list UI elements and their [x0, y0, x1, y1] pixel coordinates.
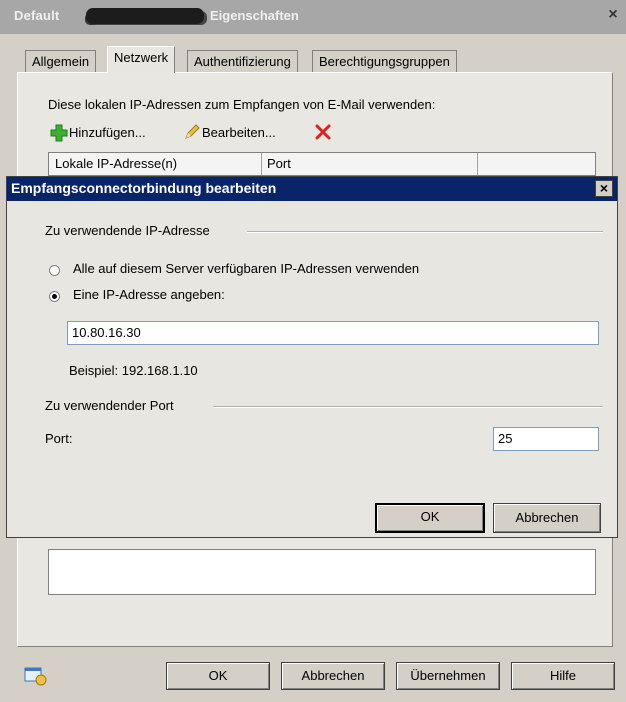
example-text: Beispiel: 192.168.1.10	[69, 363, 198, 378]
dialog-titlebar: Empfangsconnectorbindung bearbeiten ×	[7, 177, 617, 201]
edit-binding-dialog: Empfangsconnectorbindung bearbeiten × Zu…	[6, 176, 618, 538]
tab-berechtigungsgruppen[interactable]: Berechtigungsgruppen	[312, 50, 457, 72]
port-input[interactable]: 25	[493, 427, 599, 451]
dialog-ok-button[interactable]: OK	[375, 503, 485, 533]
window-title-suffix: Eigenschaften	[210, 8, 299, 23]
add-icon[interactable]	[50, 124, 68, 142]
window-title-prefix: Default	[14, 8, 60, 23]
dialog-title: Empfangsconnectorbindung bearbeiten	[11, 180, 277, 196]
ip-group-label: Zu verwendende IP-Adresse	[45, 223, 210, 238]
delete-icon[interactable]	[313, 122, 333, 142]
group-divider	[213, 406, 603, 408]
window-close-button[interactable]: ×	[604, 6, 622, 24]
ip-list-header: Lokale IP-Adresse(n) Port	[48, 152, 596, 176]
cancel-button[interactable]: Abbrechen	[281, 662, 385, 690]
ip-address-input[interactable]: 10.80.16.30	[67, 321, 599, 345]
radio-all-addresses[interactable]	[49, 265, 60, 276]
radio-all-label[interactable]: Alle auf diesem Server verfügbaren IP-Ad…	[73, 261, 419, 276]
help-context-icon[interactable]	[24, 666, 48, 686]
window-titlebar: Default Eigenschaften ×	[0, 0, 626, 34]
tab-authentifizierung[interactable]: Authentifizierung	[187, 50, 298, 72]
group-divider	[247, 231, 603, 233]
apply-button[interactable]: Übernehmen	[396, 662, 500, 690]
tab-allgemein[interactable]: Allgemein	[25, 50, 97, 72]
port-group-label: Zu verwendender Port	[45, 398, 174, 413]
column-divider[interactable]	[261, 153, 262, 175]
add-button[interactable]: Hinzufügen...	[69, 124, 146, 142]
ok-button[interactable]: OK	[166, 662, 270, 690]
list-area[interactable]	[48, 549, 596, 595]
dialog-cancel-button[interactable]: Abbrechen	[493, 503, 601, 533]
column-divider[interactable]	[477, 153, 478, 175]
column-header-port[interactable]: Port	[267, 156, 291, 171]
help-button[interactable]: Hilfe	[511, 662, 615, 690]
port-label: Port:	[45, 431, 73, 446]
tab-netzwerk[interactable]: Netzwerk	[107, 46, 176, 73]
intro-text: Diese lokalen IP-Adressen zum Empfangen …	[48, 97, 436, 112]
radio-selected-dot	[52, 294, 57, 299]
column-header-ip[interactable]: Lokale IP-Adresse(n)	[55, 156, 177, 171]
dialog-close-button[interactable]: ×	[595, 180, 613, 197]
edit-pencil-icon[interactable]	[183, 123, 201, 141]
redacted-server-name	[86, 8, 204, 24]
edit-button[interactable]: Bearbeiten...	[202, 124, 276, 142]
radio-specific-label[interactable]: Eine IP-Adresse angeben:	[73, 287, 225, 302]
radio-specific-address[interactable]	[49, 291, 60, 302]
